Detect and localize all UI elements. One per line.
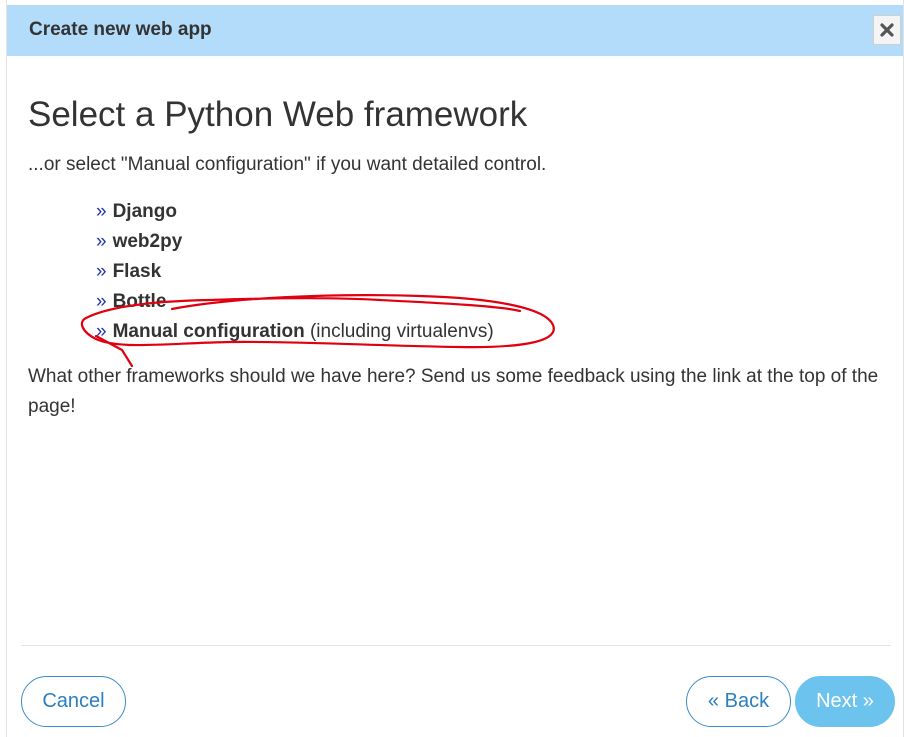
list-marker: »	[96, 261, 107, 282]
list-item: » web2py	[96, 228, 494, 258]
list-marker: »	[96, 321, 107, 342]
list-item: » Manual configuration (including virtual…	[96, 318, 494, 348]
manual-configuration-note: (including virtualenvs)	[309, 321, 494, 342]
close-icon	[880, 23, 894, 37]
framework-list: » Django » web2py » Flask » Bottle » Manual c…	[96, 198, 494, 348]
dialog-titlebar: Create new web app	[7, 5, 903, 56]
page-title: Select a Python Web framework	[28, 95, 528, 134]
next-button[interactable]: Next »	[795, 676, 895, 727]
footer-divider	[21, 645, 891, 646]
cancel-button[interactable]: Cancel	[21, 676, 126, 727]
feedback-text: What other frameworks should we have her…	[28, 366, 879, 417]
list-item: » Bottle	[96, 288, 494, 318]
list-marker: »	[96, 201, 107, 222]
framework-link-web2py[interactable]: web2py	[113, 231, 183, 252]
list-marker: »	[96, 291, 107, 312]
framework-link-bottle[interactable]: Bottle	[113, 291, 167, 312]
page-subtitle: ...or select "Manual configuration" if y…	[28, 154, 547, 175]
list-marker: »	[96, 231, 107, 252]
create-web-app-dialog: Create new web app Select a Python Web f…	[6, 0, 904, 737]
list-item: » Flask	[96, 258, 494, 288]
dialog-title: Create new web app	[29, 19, 212, 40]
back-button[interactable]: « Back	[686, 676, 791, 727]
close-button[interactable]	[873, 15, 901, 45]
framework-link-manual-configuration[interactable]: Manual configuration	[113, 321, 305, 342]
framework-link-django[interactable]: Django	[113, 201, 177, 222]
framework-link-flask[interactable]: Flask	[113, 261, 162, 282]
list-item: » Django	[96, 198, 494, 228]
